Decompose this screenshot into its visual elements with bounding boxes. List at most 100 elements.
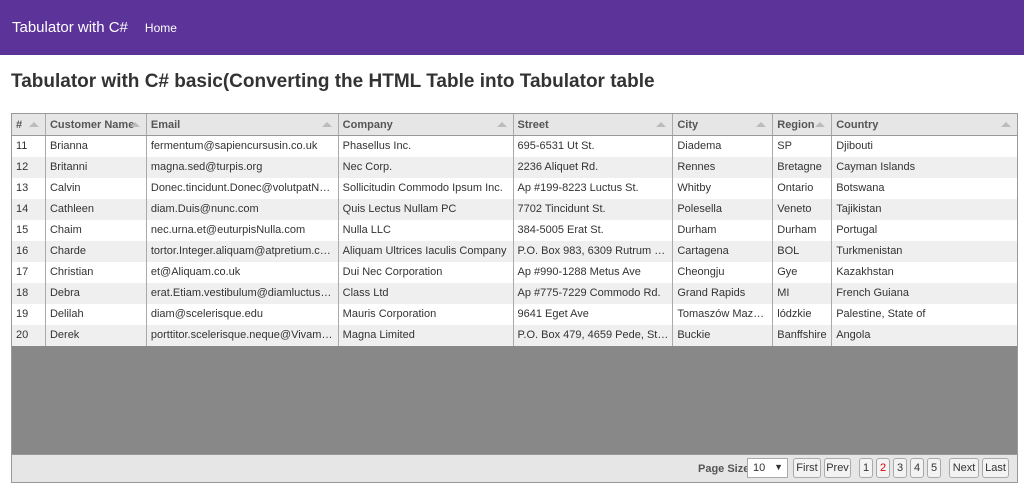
table-cell: Durham	[673, 220, 774, 241]
sort-arrow-icon[interactable]	[496, 122, 507, 127]
table-cell: Cheongju	[673, 262, 774, 283]
table-row[interactable]: 15 Chaim nec.urna.et@euturpisNulla.com Null…	[12, 220, 1017, 241]
table-row[interactable]: 19 Delilah diam@scelerisque.edu Mauris Corp…	[12, 304, 1017, 325]
table-cell: Debra	[46, 283, 147, 304]
table-cell: Ap #199-8223 Luctus St.	[514, 178, 674, 199]
table-cell: Chaim	[46, 220, 147, 241]
table-cell: 2236 Aliquet Rd.	[514, 157, 674, 178]
table-cell: Durham	[773, 220, 833, 241]
table-cell: Delilah	[46, 304, 147, 325]
nav-link-home[interactable]: Home	[145, 21, 177, 35]
table-cell: 13	[12, 178, 46, 199]
column-header[interactable]: Country	[832, 114, 1017, 135]
table-cell: Calvin	[46, 178, 147, 199]
table-cell: 16	[12, 241, 46, 262]
top-navbar: Tabulator with C# Home	[0, 0, 1024, 55]
table-cell: Tajikistan	[836, 203, 882, 215]
table-cell: Charde	[46, 241, 147, 262]
table-row[interactable]: 16 Charde tortor.Integer.aliquam@atpretium…	[12, 241, 1017, 262]
table-cell: Banffshire	[773, 325, 833, 346]
last-page-button[interactable]: Last	[982, 458, 1009, 478]
table-cell: Aliquam Ultrices Iaculis Company	[339, 241, 514, 262]
sort-arrow-icon[interactable]	[815, 122, 826, 127]
table-cell: erat.Etiam.vestibulum@diamluctuslobor...	[147, 283, 339, 304]
column-header[interactable]: Email	[147, 114, 339, 135]
page-title: Tabulator with C# basic(Converting the H…	[11, 71, 655, 92]
table-cell: 19	[12, 304, 46, 325]
next-page-button[interactable]: Next	[949, 458, 979, 478]
sort-arrow-icon[interactable]	[321, 122, 332, 127]
table-row[interactable]: 12 Britanni magna.sed@turpis.org Nec Corp. 2…	[12, 157, 1017, 178]
table-cell: Portugal	[836, 224, 878, 236]
table-cell: Kazakhstan	[836, 266, 894, 278]
column-header[interactable]: Region	[773, 114, 833, 135]
table-cell: Diadema	[673, 136, 774, 157]
column-header-label: Email	[150, 119, 181, 131]
page-1-button[interactable]: 1	[859, 458, 873, 478]
sort-arrow-icon[interactable]	[656, 122, 667, 127]
column-header[interactable]: Street	[514, 114, 674, 135]
sort-arrow-icon[interactable]	[756, 122, 767, 127]
table-cell: Phasellus Inc.	[339, 136, 514, 157]
first-page-button[interactable]: First	[793, 458, 821, 478]
column-header[interactable]: Customer Name	[46, 114, 147, 135]
table-cell: Cathleen	[46, 199, 147, 220]
table-row[interactable]: 11 Brianna fermentum@sapiencursusin.co.uk P…	[12, 136, 1017, 157]
table-footer: Page Size 10 ▼ First Prev 12345 Next Las…	[12, 454, 1017, 482]
table-cell: Nec Corp.	[339, 157, 514, 178]
table-cell: Quis Lectus Nullam PC	[339, 199, 514, 220]
table-cell: Ap #990-1288 Metus Ave	[514, 262, 674, 283]
table-cell: P.O. Box 983, 6309 Rutrum Street	[514, 241, 674, 262]
column-header-label: City	[677, 119, 699, 131]
column-header[interactable]: City	[673, 114, 774, 135]
table-row[interactable]: 13 Calvin Donec.tincidunt.Donec@volutpatNu…	[12, 178, 1017, 199]
navbar-brand[interactable]: Tabulator with C#	[12, 19, 128, 36]
table-cell: Mauris Corporation	[339, 304, 514, 325]
table-cell: 12	[12, 157, 46, 178]
page-4-button[interactable]: 4	[910, 458, 924, 478]
table-row[interactable]: 14 Cathleen diam.Duis@nunc.com Quis Lectus …	[12, 199, 1017, 220]
column-header[interactable]: #	[12, 114, 46, 135]
table-cell: Grand Rapids	[673, 283, 774, 304]
sort-arrow-icon[interactable]	[129, 122, 140, 127]
table-header: # Customer Name Email Company Street City Regi…	[12, 114, 1017, 136]
table-cell: tortor.Integer.aliquam@atpretium.com	[147, 241, 339, 262]
column-header-label: Country	[836, 119, 879, 131]
page-3-button[interactable]: 3	[893, 458, 907, 478]
table-cell: nec.urna.et@euturpisNulla.com	[147, 220, 339, 241]
page-5-button[interactable]: 5	[927, 458, 941, 478]
table-cell: Christian	[46, 262, 147, 283]
table-cell: Ontario	[773, 178, 833, 199]
table-cell: 11	[12, 136, 46, 157]
table-cell: Ap #775-7229 Commodo Rd.	[514, 283, 674, 304]
table-row[interactable]: 17 Christian et@Aliquam.co.uk Dui Nec Corpo…	[12, 262, 1017, 283]
prev-page-button[interactable]: Prev	[824, 458, 851, 478]
sort-arrow-icon[interactable]	[1001, 122, 1012, 127]
column-header[interactable]: Company	[339, 114, 514, 135]
table-cell: Whitby	[673, 178, 774, 199]
column-header-label: #	[16, 119, 23, 131]
table-cell: Tomaszów Mazowi...	[673, 304, 774, 325]
table-cell: MI	[773, 283, 833, 304]
table-cell: Class Ltd	[339, 283, 514, 304]
table-cell: Donec.tincidunt.Donec@volutpatNulla...	[147, 178, 339, 199]
table-row[interactable]: 18 Debra erat.Etiam.vestibulum@diamluctusl…	[12, 283, 1017, 304]
chevron-down-icon: ▼	[774, 462, 783, 472]
table-cell: Djibouti	[836, 140, 873, 152]
table-cell: 695-6531 Ut St.	[514, 136, 674, 157]
table-cell: lódzkie	[773, 304, 833, 325]
table-body: 11 Brianna fermentum@sapiencursusin.co.uk P…	[12, 136, 1017, 346]
table-row[interactable]: 20 Derek porttitor.scelerisque.neque@Vivam…	[12, 325, 1017, 346]
table-cell: porttitor.scelerisque.neque@Vivamusno...	[147, 325, 339, 346]
table-cell: SP	[773, 136, 833, 157]
table-cell: Veneto	[773, 199, 833, 220]
table-cell: P.O. Box 479, 4659 Pede, Street	[514, 325, 674, 346]
page-size-select[interactable]: 10 ▼	[747, 458, 788, 478]
table-cell: French Guiana	[836, 287, 909, 299]
column-header-label: Region	[777, 119, 815, 131]
table-cell: 18	[12, 283, 46, 304]
page-2-button[interactable]: 2	[876, 458, 890, 478]
table-cell: BOL	[773, 241, 833, 262]
column-header-label: Company	[342, 119, 393, 131]
sort-arrow-icon[interactable]	[28, 122, 39, 127]
